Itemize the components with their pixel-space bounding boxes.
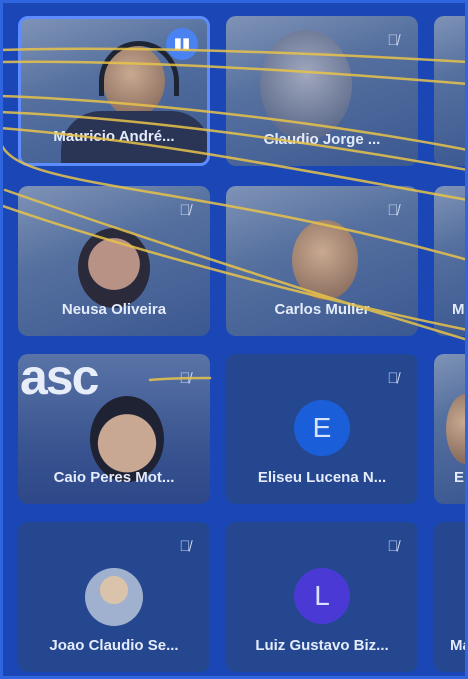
participant-tile[interactable]: 🎙̸ Joao Claudio Se... xyxy=(18,522,210,672)
mic-off-icon: 🎙̸ xyxy=(179,538,191,555)
avatar: L xyxy=(294,568,350,624)
participant-video xyxy=(446,394,468,464)
participant-name: Joao Claudio Se... xyxy=(49,637,179,654)
participant-name: E xyxy=(454,469,465,486)
audio-bars-icon: ▮▮ xyxy=(166,28,198,60)
avatar xyxy=(85,568,143,626)
participant-name: Ma xyxy=(450,637,468,654)
background-logo: asc xyxy=(20,354,99,405)
participant-tile[interactable]: 🎙̸ E Eliseu Lucena N... xyxy=(226,354,418,504)
mic-off-icon: 🎙̸ xyxy=(387,538,399,555)
partial-participant-tile[interactable]: Ma xyxy=(434,522,468,672)
partial-participant-tile[interactable] xyxy=(434,16,468,166)
participant-name: Claudio Jorge ... xyxy=(263,131,381,148)
mic-off-icon: 🎙̸ xyxy=(179,202,191,219)
participant-tile[interactable]: ▮▮ Mauricio André... xyxy=(18,16,210,166)
participant-name: Neusa Oliveira xyxy=(61,301,167,318)
partial-participant-tile[interactable]: M xyxy=(434,186,468,336)
participant-video xyxy=(78,228,150,308)
participant-grid: ▮▮ Mauricio André... 🎙̸ Claudio Jorge ..… xyxy=(0,0,468,679)
participant-video xyxy=(260,30,352,140)
participant-name: Eliseu Lucena N... xyxy=(257,469,387,486)
participant-name: Carlos Muller xyxy=(274,301,370,318)
participant-name: Mauricio André... xyxy=(53,128,175,145)
partial-participant-tile[interactable]: E xyxy=(434,354,468,504)
participant-tile[interactable]: 🎙̸ Carlos Muller xyxy=(226,186,418,336)
participant-name: M xyxy=(452,301,465,318)
mic-off-icon: 🎙̸ xyxy=(387,202,399,219)
participant-name: Caio Peres Mot... xyxy=(53,469,175,486)
participant-tile[interactable]: 🎙̸ Claudio Jorge ... xyxy=(226,16,418,166)
participant-tile[interactable]: asc 🎙̸ Caio Peres Mot... xyxy=(18,354,210,504)
mic-off-icon: 🎙̸ xyxy=(387,370,399,387)
mic-off-icon: 🎙̸ xyxy=(179,370,191,387)
participant-tile[interactable]: 🎙̸ Neusa Oliveira xyxy=(18,186,210,336)
avatar: E xyxy=(294,400,350,456)
participant-tile[interactable]: 🎙̸ L Luiz Gustavo Biz... xyxy=(226,522,418,672)
participant-name: Luiz Gustavo Biz... xyxy=(255,637,389,654)
mic-off-icon: 🎙̸ xyxy=(387,32,399,49)
participant-video xyxy=(292,220,358,300)
